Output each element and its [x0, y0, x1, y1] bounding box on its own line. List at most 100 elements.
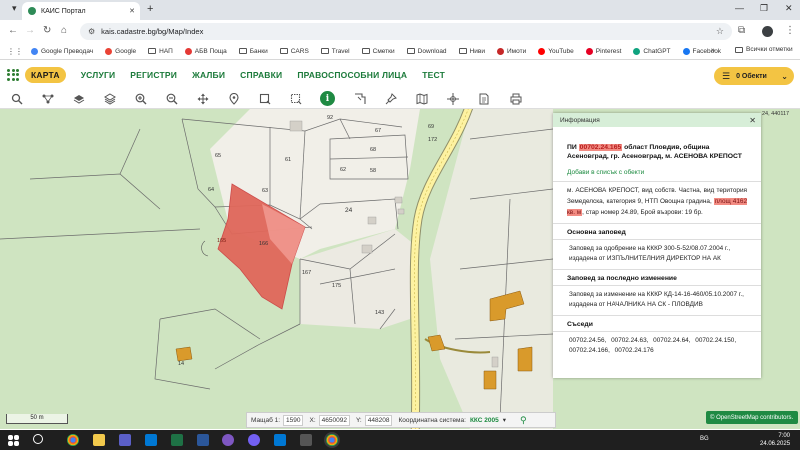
parcel-prefix: ПИ — [567, 144, 579, 151]
base-layers-icon[interactable] — [71, 91, 87, 106]
outlook-icon[interactable] — [145, 434, 157, 446]
extensions-icon[interactable]: ⧉ — [738, 25, 745, 36]
location-pin-icon[interactable] — [226, 91, 242, 106]
bookmark-item[interactable]: Банки — [238, 48, 268, 55]
print-icon[interactable] — [508, 91, 524, 106]
search-icon[interactable] — [9, 91, 25, 106]
bookmark-item[interactable]: YouTube — [538, 47, 574, 55]
settings-icon[interactable] — [300, 434, 312, 446]
excel-icon[interactable] — [171, 434, 183, 446]
bookmark-item[interactable]: АБВ Поща — [184, 47, 227, 55]
tab-search-icon[interactable]: ▾ — [12, 3, 17, 14]
youtube-icon — [538, 47, 546, 55]
bookmark-label: Download — [417, 47, 447, 55]
chrome-active-icon[interactable] — [326, 434, 338, 446]
select-dashed-icon[interactable] — [288, 91, 304, 106]
nav-item-0[interactable]: КАРТА — [25, 66, 66, 83]
windows-start-icon[interactable] — [8, 435, 13, 440]
imoti-icon — [496, 47, 504, 55]
x-value: 4650092 — [318, 414, 350, 426]
taskbar-search-icon[interactable] — [33, 434, 43, 444]
crosshair-icon[interactable] — [445, 91, 461, 106]
maximize-icon[interactable]: ❐ — [760, 3, 768, 14]
close-tab-icon[interactable]: ✕ — [129, 7, 135, 15]
coord-search-icon[interactable]: ⚲ — [520, 415, 527, 426]
close-icon[interactable]: ✕ — [749, 116, 756, 125]
site-info-icon[interactable]: ⚙ — [88, 27, 95, 36]
bookmark-item[interactable]: НАП — [148, 48, 173, 55]
bookmark-star-icon[interactable]: ☆ — [716, 26, 724, 37]
word-icon[interactable] — [197, 434, 209, 446]
coord-dropdown-icon[interactable]: ▾ — [503, 416, 506, 424]
reload-icon[interactable]: ↻ — [43, 25, 51, 36]
pan-icon[interactable] — [195, 91, 211, 106]
viber-icon[interactable] — [248, 434, 260, 446]
main-order-text: Заповед за одобрение на КККР 300-5-52/08… — [569, 245, 731, 262]
bookmark-item[interactable]: CARS — [279, 48, 309, 55]
map-status-bar: Мащаб 1: 1590 X: 4650092 Y: 448208 Коорд… — [246, 412, 556, 428]
last-change-text: Заповед за изменение на КККР КД-14-16-46… — [569, 291, 744, 308]
parcel-label: 65 — [215, 153, 221, 159]
bookmark-item[interactable]: Имоти — [496, 47, 526, 55]
forward-icon[interactable]: → — [25, 25, 35, 36]
bookmark-item[interactable]: Google Преводач — [31, 47, 93, 55]
parcel-label: 165 — [217, 238, 226, 244]
select-rectangle-icon[interactable] — [257, 91, 273, 106]
all-bookmarks[interactable]: Всички отметки — [735, 46, 793, 53]
bookmark-item[interactable]: Ниви — [458, 48, 485, 55]
neighbors-list: 00702.24.56, 00702.24.63, 00702.24.64, 0… — [569, 337, 737, 354]
bookmark-label: YouTube — [548, 47, 574, 55]
measure-area-icon[interactable] — [352, 91, 368, 106]
bookmark-item[interactable]: Google — [105, 47, 136, 55]
minimize-icon[interactable]: — — [735, 3, 744, 13]
back-icon[interactable]: ← — [8, 25, 18, 36]
apps-grid-icon[interactable]: ⋮⋮ — [7, 47, 23, 56]
bookmark-label: ChatGPT — [643, 47, 671, 55]
bookmark-item[interactable]: Facebook — [682, 47, 721, 55]
home-icon[interactable]: ⌂ — [61, 25, 67, 36]
browser-menu-icon[interactable]: ⋮ — [785, 25, 795, 36]
messenger-icon[interactable] — [222, 434, 234, 446]
nav-item-6[interactable]: ТЕСТ — [422, 70, 445, 80]
app-icon[interactable] — [119, 434, 131, 446]
chrome-icon[interactable] — [67, 434, 79, 446]
tray-language[interactable]: BG — [700, 436, 709, 442]
store-icon[interactable] — [274, 434, 286, 446]
site-apps-menu-icon[interactable] — [7, 68, 19, 81]
profile-avatar[interactable] — [762, 26, 773, 37]
bookmark-item[interactable]: Download — [406, 47, 447, 55]
nav-item-5[interactable]: ПРАВОСПОСОБНИ ЛИЦА — [297, 70, 407, 80]
address-bar[interactable]: ⚙ kais.cadastre.bg/bg/Map/Index ☆ — [80, 23, 732, 40]
map-icon[interactable] — [414, 91, 430, 106]
osm-attribution[interactable]: © OpenStreetMap contributors. — [706, 411, 798, 424]
parcel-label: 14 — [178, 361, 184, 367]
bookmark-label: Pinterest — [595, 47, 622, 55]
nav-item-1[interactable]: УСЛУГИ — [81, 70, 116, 80]
document-icon[interactable] — [476, 91, 492, 106]
network-icon[interactable] — [40, 91, 56, 106]
nav-item-2[interactable]: РЕГИСТРИ — [130, 70, 177, 80]
bookmark-item[interactable]: Сметки — [361, 47, 395, 55]
bookmark-label: Сметки — [372, 47, 395, 55]
bookmark-item[interactable]: Pinterest — [585, 47, 622, 55]
zoom-out-icon[interactable] — [164, 91, 180, 106]
taskbar-clock[interactable]: 7:00 24.06.2025 — [760, 432, 790, 448]
pin-icon[interactable] — [383, 91, 399, 106]
bookmark-item[interactable]: ChatGPT — [633, 47, 671, 55]
nav-item-4[interactable]: СПРАВКИ — [240, 70, 282, 80]
new-tab-icon[interactable]: + — [147, 3, 153, 15]
parcel-label: 24 — [345, 207, 353, 214]
bookmark-item[interactable]: Travel — [320, 48, 350, 55]
close-window-icon[interactable]: ✕ — [785, 3, 793, 14]
coord-system-select[interactable]: ККС 2005 — [470, 417, 499, 424]
scale-input[interactable]: 1590 — [283, 414, 304, 426]
layers-icon[interactable] — [102, 91, 118, 106]
nav-item-3[interactable]: ЖАЛБИ — [192, 70, 225, 80]
zoom-in-icon[interactable] — [133, 91, 149, 106]
info-icon[interactable]: i — [320, 91, 335, 106]
file-explorer-icon[interactable] — [93, 434, 105, 446]
bookmarks-more-icon[interactable]: » — [711, 47, 715, 54]
objects-button[interactable]: ☰ 0 Обекти ⌄ — [714, 67, 794, 85]
browser-tab[interactable]: КАИС Портал ✕ — [22, 2, 140, 20]
add-to-list-link[interactable]: Добави в списък с обекти — [567, 169, 747, 176]
